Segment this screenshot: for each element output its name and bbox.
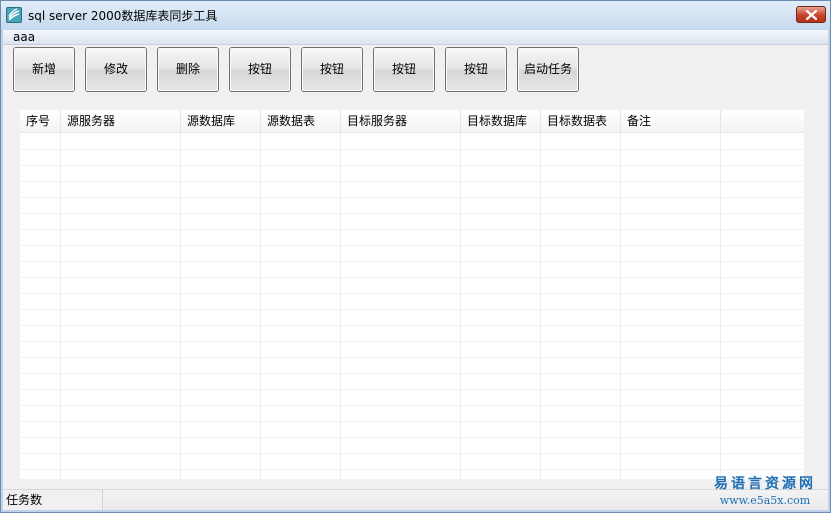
start-task-button[interactable]: 启动任务 [517, 47, 579, 92]
grid-row-line [20, 181, 804, 182]
client-area: aaa 新增 修改 删除 按钮 按钮 按钮 按钮 启动任务 序号 源服务器 源数… [3, 30, 828, 510]
grid-column-line [460, 133, 461, 479]
grid-column-line [180, 133, 181, 479]
window-title: sql server 2000数据库表同步工具 [28, 9, 218, 23]
grid-column-line [720, 133, 721, 479]
column-header-source-database[interactable]: 源数据库 [181, 110, 261, 133]
generic-button-4[interactable]: 按钮 [445, 47, 507, 92]
grid-row-line [20, 469, 804, 470]
grid-row-line [20, 309, 804, 310]
generic-button-2[interactable]: 按钮 [301, 47, 363, 92]
grid-column-line [260, 133, 261, 479]
column-header-remarks[interactable]: 备注 [621, 110, 721, 133]
grid-row-line [20, 277, 804, 278]
grid-column-line [340, 133, 341, 479]
add-button[interactable]: 新增 [13, 47, 75, 92]
delete-button[interactable]: 删除 [157, 47, 219, 92]
grid-row-line [20, 373, 804, 374]
grid-column-line [620, 133, 621, 479]
grid-row-line [20, 341, 804, 342]
grid-row-line [20, 229, 804, 230]
column-header-target-database[interactable]: 目标数据库 [461, 110, 541, 133]
edit-button[interactable]: 修改 [85, 47, 147, 92]
grid-row-line [20, 437, 804, 438]
grid-row-line [20, 197, 804, 198]
list-body[interactable] [20, 133, 804, 479]
generic-button-1[interactable]: 按钮 [229, 47, 291, 92]
close-icon [806, 10, 817, 20]
task-list-view[interactable]: 序号 源服务器 源数据库 源数据表 目标服务器 目标数据库 目标数据表 备注 [19, 109, 805, 480]
main-window: sql server 2000数据库表同步工具 aaa 新增 修改 删除 按钮 … [0, 0, 831, 513]
watermark: 易语言资源网 www.e5a5x.com [701, 476, 829, 512]
list-header: 序号 源服务器 源数据库 源数据表 目标服务器 目标数据库 目标数据表 备注 [20, 110, 804, 133]
grid-row-line [20, 325, 804, 326]
generic-button-3[interactable]: 按钮 [373, 47, 435, 92]
grid-row-line [20, 293, 804, 294]
grid-row-line [20, 213, 804, 214]
grid-column-line [60, 133, 61, 479]
grid-row-line [20, 149, 804, 150]
title-bar[interactable]: sql server 2000数据库表同步工具 [1, 1, 830, 30]
grid-row-line [20, 357, 804, 358]
grid-row-line [20, 405, 804, 406]
grid-row-line [20, 421, 804, 422]
column-header-source-table[interactable]: 源数据表 [261, 110, 341, 133]
grid-row-line [20, 261, 804, 262]
column-header-target-table[interactable]: 目标数据表 [541, 110, 621, 133]
menu-item-aaa[interactable]: aaa [11, 30, 37, 45]
grid-row-line [20, 165, 804, 166]
close-button[interactable] [796, 6, 826, 23]
menu-bar: aaa [3, 30, 828, 45]
watermark-url: www.e5a5x.com [719, 494, 811, 507]
task-count-label: 任务数 [3, 490, 103, 510]
grid-row-line [20, 453, 804, 454]
column-header-source-server[interactable]: 源服务器 [61, 110, 181, 133]
grid-row-line [20, 389, 804, 390]
grid-column-line [540, 133, 541, 479]
app-logo-icon [6, 7, 22, 23]
watermark-title: 易语言资源网 [714, 476, 816, 492]
column-header-target-server[interactable]: 目标服务器 [341, 110, 461, 133]
grid-row-line [20, 245, 804, 246]
column-header-index[interactable]: 序号 [20, 110, 61, 133]
